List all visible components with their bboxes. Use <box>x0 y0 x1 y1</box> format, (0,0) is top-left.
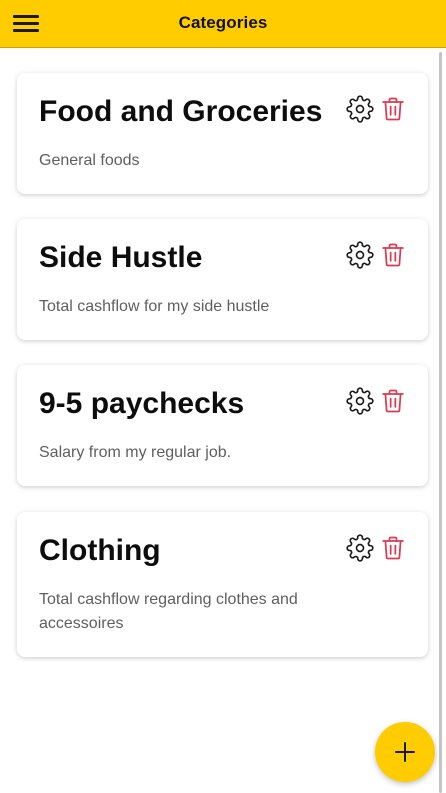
gear-icon <box>346 534 374 562</box>
category-title: 9-5 paychecks <box>39 387 245 420</box>
gear-icon <box>346 387 374 415</box>
category-title: Side Hustle <box>39 241 203 274</box>
category-card[interactable]: Clothing Total cashflow regarding clothe… <box>17 512 428 657</box>
category-title: Food and Groceries <box>39 95 323 128</box>
category-title: Clothing <box>39 534 161 567</box>
category-settings-button[interactable] <box>346 387 374 415</box>
trash-icon <box>382 536 404 560</box>
category-delete-button[interactable] <box>379 241 407 269</box>
trash-icon <box>382 243 404 267</box>
category-card[interactable]: Food and Groceries General foods <box>17 73 428 194</box>
category-description: Salary from my regular job. <box>39 444 232 461</box>
gear-icon <box>346 241 374 269</box>
category-description: Total cashflow for my side hustle <box>39 298 270 315</box>
category-card[interactable]: 9-5 paychecks Salary from my regular job… <box>17 365 428 486</box>
category-delete-button[interactable] <box>379 534 407 562</box>
category-delete-button[interactable] <box>379 387 407 415</box>
top-app-bar: Categories <box>0 0 446 48</box>
add-category-button[interactable] <box>375 722 435 782</box>
gear-icon <box>346 95 374 123</box>
scrollbar[interactable] <box>439 52 442 793</box>
trash-icon <box>382 389 404 413</box>
category-description: Total cashflow regarding clothes and acc… <box>39 591 298 632</box>
category-description: General foods <box>39 152 140 169</box>
category-delete-button[interactable] <box>379 95 407 123</box>
page-title: Categories <box>178 13 268 32</box>
category-settings-button[interactable] <box>346 241 374 269</box>
app: Categories Food and Groceries General fo… <box>0 0 446 793</box>
plus-icon <box>395 742 415 762</box>
category-settings-button[interactable] <box>346 534 374 562</box>
category-settings-button[interactable] <box>346 95 374 123</box>
trash-icon <box>382 97 404 121</box>
category-card[interactable]: Side Hustle Total cashflow for my side h… <box>17 219 428 340</box>
